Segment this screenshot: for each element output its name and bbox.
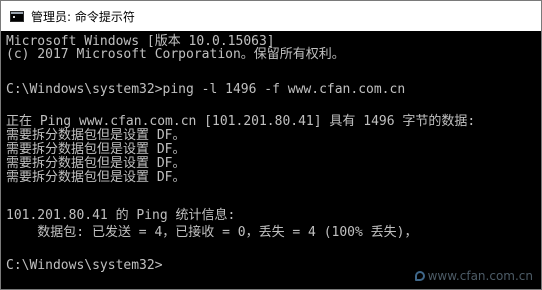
- console-line: 101.201.80.41 的 Ping 统计信息:: [6, 208, 236, 223]
- console-line: C:\Windows\system32>ping -l 1496 -f www.…: [6, 82, 406, 97]
- watermark-text: www.cfan.com.cn: [427, 269, 533, 283]
- console-line: 需要拆分数据包但是设置 DF。: [6, 142, 186, 157]
- console-output[interactable]: Microsoft Windows [版本 10.0.15063] (c) 20…: [1, 31, 541, 289]
- console-line: 需要拆分数据包但是设置 DF。: [6, 170, 186, 185]
- console-line: 需要拆分数据包但是设置 DF。: [6, 156, 186, 171]
- title-bar[interactable]: 管理员: 命令提示符: [1, 1, 541, 31]
- console-line: 正在 Ping www.cfan.com.cn [101.201.80.41] …: [6, 114, 476, 129]
- window-title: 管理员: 命令提示符: [31, 9, 135, 24]
- console-line: C:\Windows\system32>: [6, 258, 163, 273]
- console-line: (c) 2017 Microsoft Corporation。保留所有权利。: [6, 47, 345, 62]
- command-prompt-window: 管理员: 命令提示符 Microsoft Windows [版本 10.0.15…: [0, 0, 542, 290]
- cfan-logo-icon: [414, 271, 425, 281]
- console-icon: [10, 10, 24, 22]
- console-line: 数据包: 已发送 = 4，已接收 = 0，丢失 = 4 (100% 丢失)，: [6, 225, 418, 240]
- console-line: 需要拆分数据包但是设置 DF。: [6, 128, 186, 143]
- watermark: www.cfan.com.cn: [414, 269, 533, 283]
